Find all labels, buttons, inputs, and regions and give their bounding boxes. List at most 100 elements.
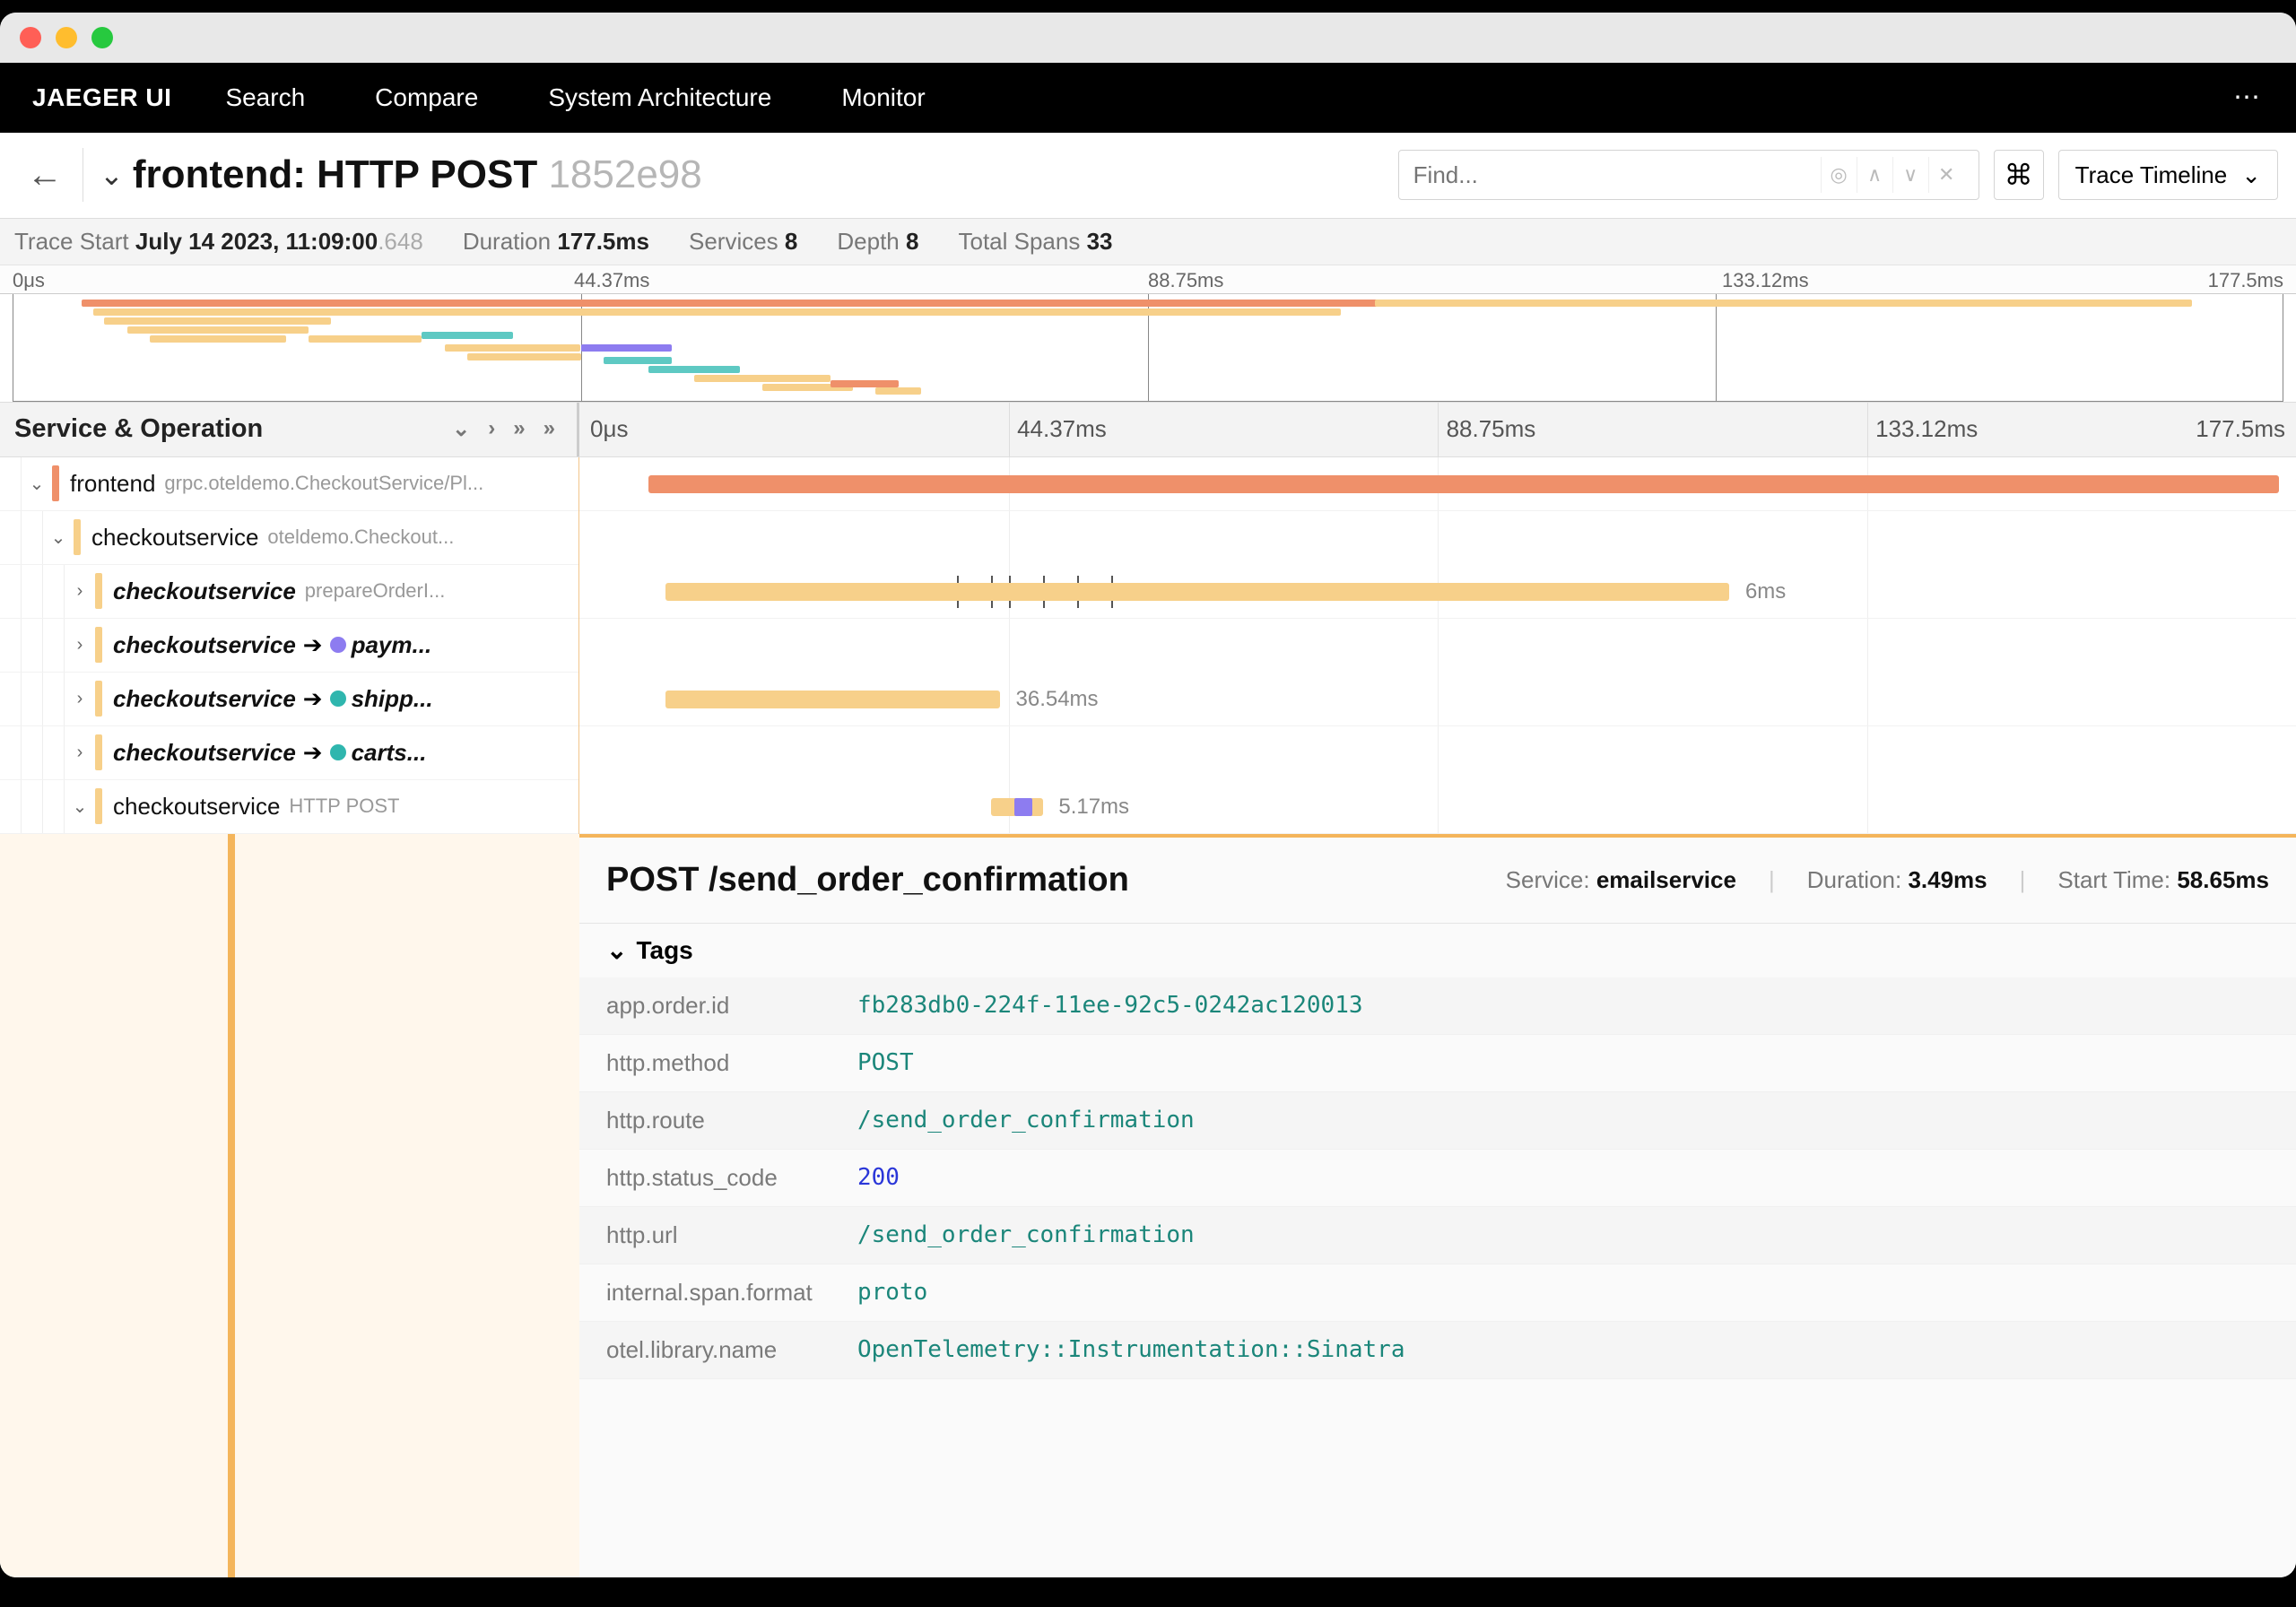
tags-section-toggle[interactable]: ⌄ Tags — [579, 924, 2296, 977]
tag-key: http.url — [606, 1221, 857, 1249]
span-duration-bar — [665, 583, 1730, 601]
nav-search[interactable]: Search — [225, 83, 305, 112]
minimap-span — [467, 353, 581, 360]
arrow-right-icon: ➔ — [303, 739, 323, 767]
linked-service-name: shipp... — [352, 685, 433, 713]
minimap-span — [604, 357, 672, 364]
span-service-name: checkoutservice — [113, 631, 296, 659]
span-service-name: checkoutservice — [91, 524, 258, 552]
chevron-right-icon[interactable]: › — [65, 581, 95, 602]
back-button[interactable]: ← — [18, 155, 72, 195]
minimap-span — [150, 335, 286, 343]
view-mode-dropdown[interactable]: Trace Timeline ⌄ — [2058, 150, 2278, 200]
arrow-right-icon: ➔ — [303, 685, 323, 713]
trace-title: frontend: HTTP POST 1852e98 — [133, 152, 702, 197]
span-bar-row[interactable]: 6ms — [579, 565, 2296, 619]
span-tree-row[interactable]: ⌄ checkoutservice HTTP POST — [0, 780, 578, 834]
collapse-trace-icon[interactable]: ⌄ — [100, 158, 124, 192]
tag-row[interactable]: http.status_code200 — [579, 1150, 2296, 1207]
tag-row[interactable]: internal.span.formatproto — [579, 1264, 2296, 1322]
span-tree-row[interactable]: ›checkoutservice➔paym... — [0, 619, 578, 673]
tag-value: OpenTelemetry::Instrumentation::Sinatra — [857, 1336, 1405, 1363]
tag-key: otel.library.name — [606, 1336, 857, 1364]
minimap-span — [831, 380, 899, 387]
window-close-icon[interactable] — [20, 27, 41, 48]
tag-value: 200 — [857, 1164, 900, 1191]
expand-all-icon[interactable]: » — [513, 416, 525, 442]
linked-service-name: carts... — [352, 739, 427, 767]
chevron-down-icon[interactable]: ⌄ — [43, 526, 74, 549]
tag-key: http.route — [606, 1107, 857, 1134]
span-tree-row[interactable]: ⌄frontendgrpc.oteldemo.CheckoutService/P… — [0, 457, 578, 511]
chevron-right-icon[interactable]: › — [65, 635, 95, 656]
minimap-span — [648, 366, 739, 373]
brand-logo: JAEGER UI — [32, 83, 171, 112]
chevron-down-icon[interactable]: ⌄ — [65, 795, 95, 818]
span-operation-name: prepareOrderI... — [305, 579, 446, 603]
find-target-icon[interactable]: ◎ — [1821, 157, 1857, 193]
span-service-name: checkoutservice — [113, 739, 296, 767]
keyboard-shortcut-button[interactable]: ⌘ — [1994, 150, 2044, 200]
service-dot-icon — [330, 691, 346, 707]
tag-value: /send_order_confirmation — [857, 1221, 1195, 1248]
span-bar-row[interactable]: 36.54ms — [579, 673, 2296, 726]
span-bar-row[interactable]: ms — [579, 457, 2296, 511]
nav-more-icon[interactable]: ⋯ — [2233, 82, 2264, 113]
window-minimize-icon[interactable] — [56, 27, 77, 48]
tag-key: internal.span.format — [606, 1279, 857, 1307]
stat-trace-start: Trace Start July 14 2023, 11:09:00.648 — [14, 228, 423, 256]
collapse-all-icon[interactable]: » — [544, 416, 555, 442]
chevron-right-icon[interactable]: › — [65, 743, 95, 763]
minimap-span — [82, 300, 1443, 307]
tag-value: POST — [857, 1049, 914, 1076]
span-duration-text: 36.54ms — [1016, 687, 1099, 712]
span-service-name: checkoutservice — [113, 578, 296, 605]
minimap-span — [694, 375, 831, 382]
span-tree-row[interactable]: › checkoutservice➔ carts... — [0, 726, 578, 780]
span-duration-bar — [991, 798, 1042, 816]
span-tree-row[interactable]: ⌄ checkoutservice oteldemo.Checkout... — [0, 511, 578, 565]
minimap-span — [581, 344, 672, 352]
find-input[interactable] — [1413, 161, 1821, 189]
service-color-chip — [74, 519, 81, 555]
tag-row[interactable]: app.order.idfb283db0-224f-11ee-92c5-0242… — [579, 977, 2296, 1035]
stat-services: Services 8 — [689, 228, 797, 256]
timeline-ruler: 0μs 44.37ms 88.75ms 133.12ms 177.5ms — [579, 403, 2296, 456]
tag-row[interactable]: http.url/send_order_confirmation — [579, 1207, 2296, 1264]
window-zoom-icon[interactable] — [91, 27, 113, 48]
span-tree-row[interactable]: › checkoutservice prepareOrderI... — [0, 565, 578, 619]
service-color-chip — [52, 465, 59, 501]
stat-depth: Depth 8 — [837, 228, 918, 256]
tag-row[interactable]: http.route/send_order_confirmation — [579, 1092, 2296, 1150]
trace-header: ← ⌄ frontend: HTTP POST 1852e98 ◎ ∧ ∨ ✕ … — [0, 133, 2296, 219]
span-operation-name: oteldemo.Checkout... — [267, 526, 454, 549]
chevron-right-icon[interactable]: › — [65, 689, 95, 709]
tag-row[interactable]: otel.library.nameOpenTelemetry::Instrume… — [579, 1322, 2296, 1379]
trace-service-name: frontend: — [133, 152, 306, 196]
span-tree-row[interactable]: ›checkoutservice➔shipp... — [0, 673, 578, 726]
span-operation-name: HTTP POST — [289, 795, 399, 818]
trace-minimap[interactable] — [13, 294, 2283, 402]
span-service-name: checkoutservice — [113, 793, 280, 821]
stat-duration: Duration 177.5ms — [463, 228, 649, 256]
nav-monitor[interactable]: Monitor — [841, 83, 925, 112]
stat-total-spans: Total Spans 33 — [958, 228, 1112, 256]
window-titlebar — [0, 13, 2296, 63]
find-prev-icon[interactable]: ∧ — [1857, 157, 1892, 193]
tag-row[interactable]: http.methodPOST — [579, 1035, 2296, 1092]
tag-key: http.method — [606, 1049, 857, 1077]
trace-id: 1852e98 — [548, 152, 701, 196]
span-operation-name: grpc.oteldemo.CheckoutService/Pl... — [164, 472, 483, 495]
service-dot-icon — [330, 637, 346, 653]
chevron-down-icon[interactable]: ⌄ — [22, 473, 52, 495]
detail-start: Start Time: 58.65ms — [2057, 866, 2269, 894]
expand-one-icon[interactable]: ⌄ — [452, 416, 470, 442]
nav-compare[interactable]: Compare — [375, 83, 478, 112]
nav-system-architecture[interactable]: System Architecture — [548, 83, 771, 112]
collapse-one-icon[interactable]: › — [488, 416, 495, 442]
span-bar-row[interactable]: 5.17ms — [579, 780, 2296, 834]
find-clear-icon[interactable]: ✕ — [1928, 157, 1964, 193]
find-next-icon[interactable]: ∨ — [1892, 157, 1928, 193]
trace-stats: Trace Start July 14 2023, 11:09:00.648 D… — [0, 219, 2296, 265]
top-nav: JAEGER UI Search Compare System Architec… — [0, 63, 2296, 133]
